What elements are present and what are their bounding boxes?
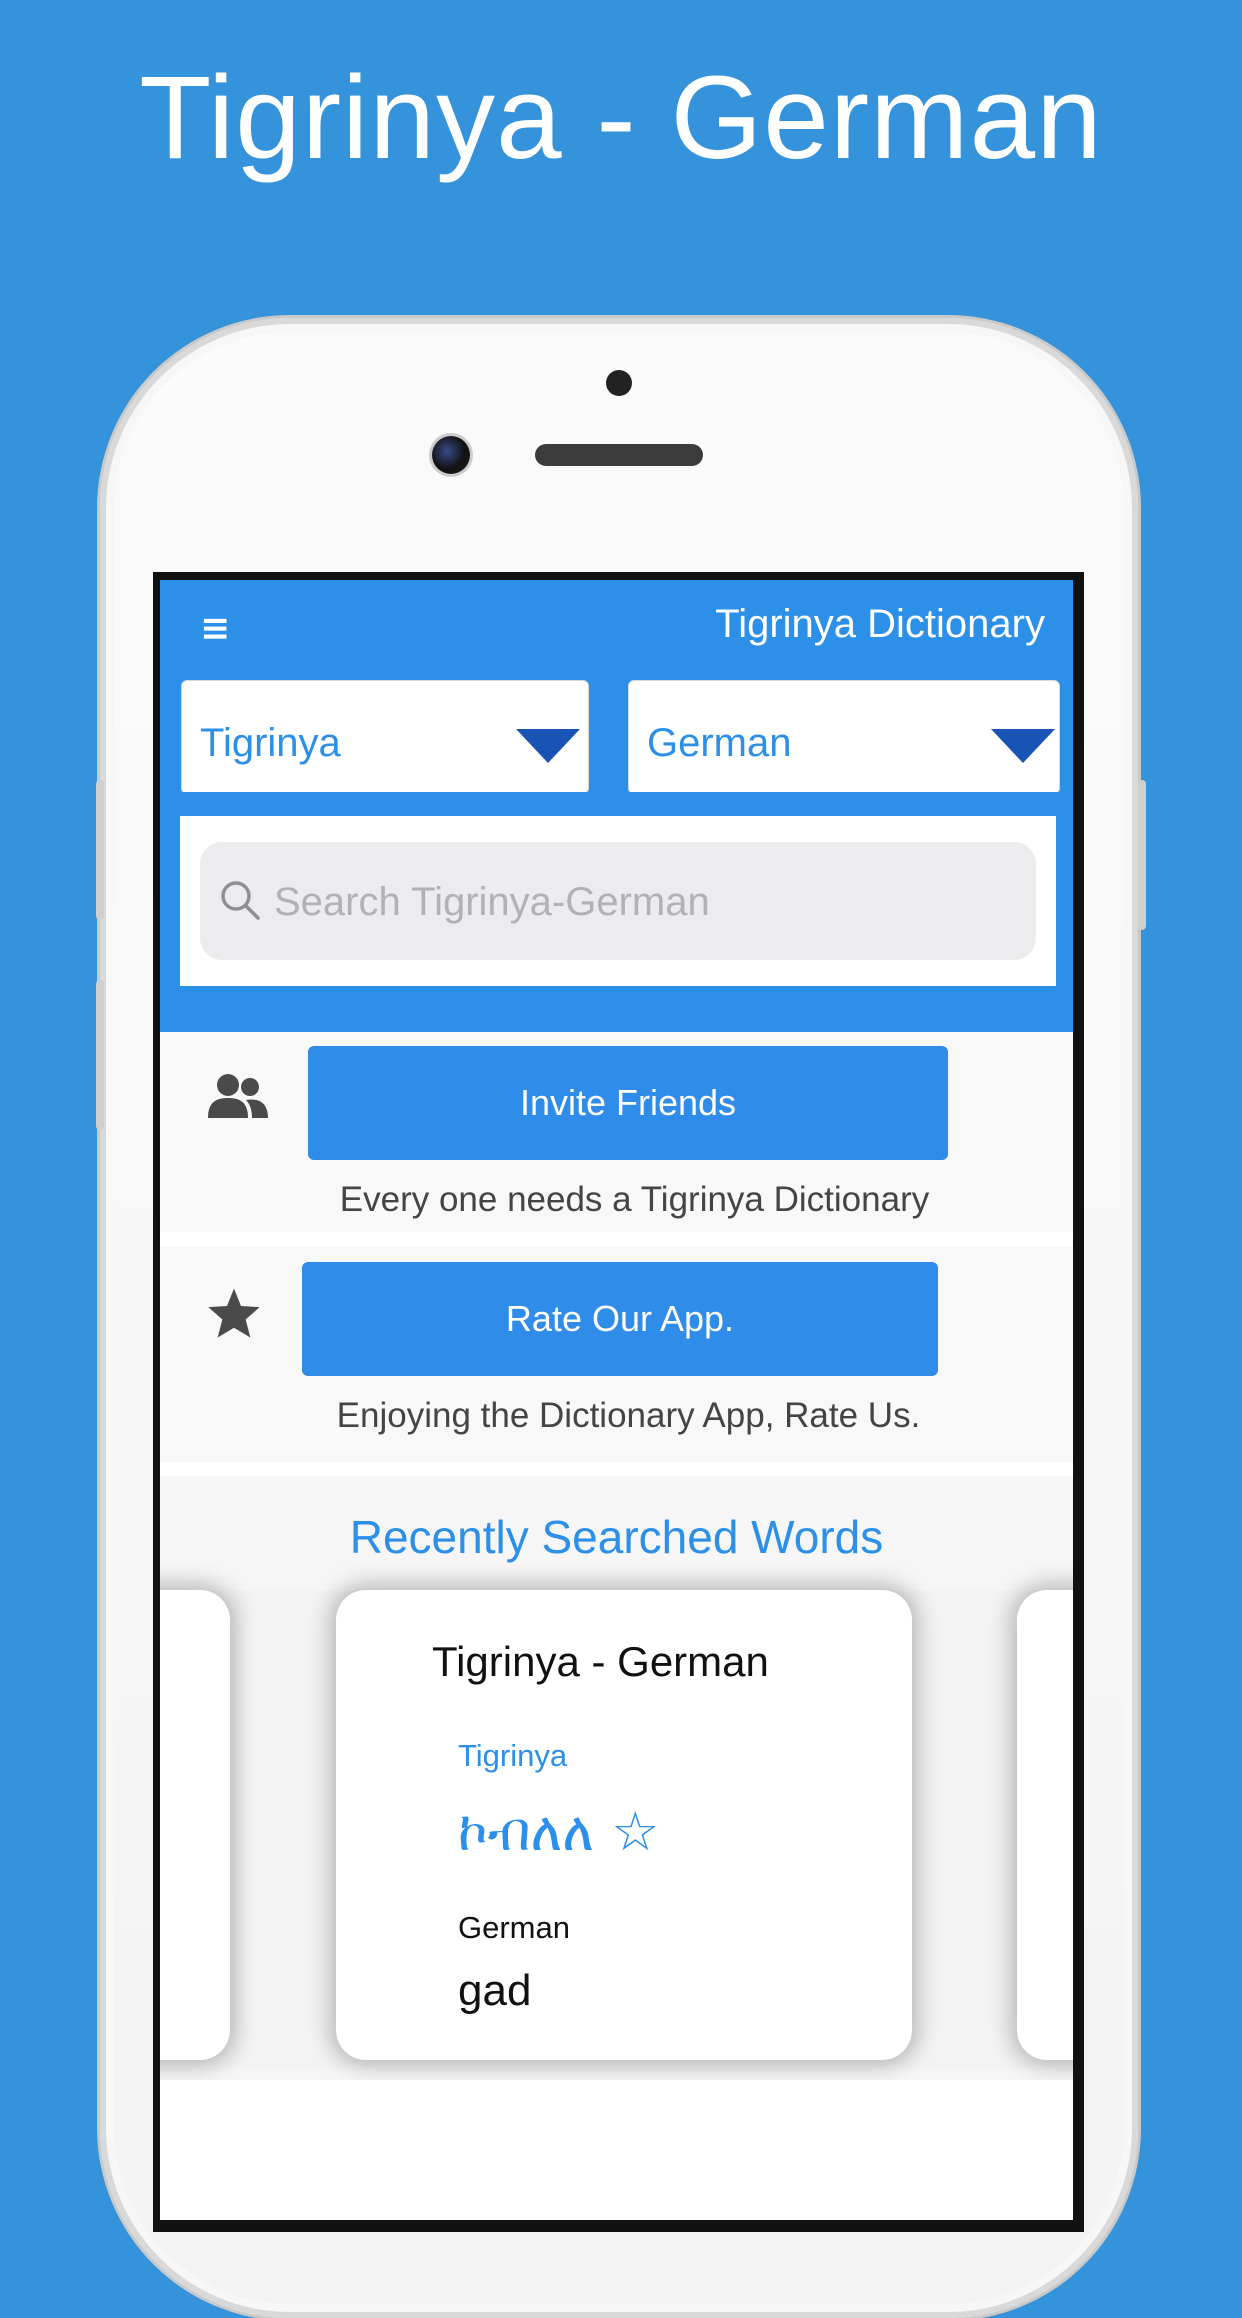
front-camera — [432, 436, 470, 474]
target-language-dropdown[interactable]: German — [628, 680, 1060, 794]
app-title: Tigrinya Dictionary — [715, 602, 1045, 646]
card-title: Tigrinya - German — [432, 1638, 769, 1685]
source-language-dropdown[interactable]: Tigrinya — [181, 680, 589, 794]
phone-power-button — [1138, 780, 1146, 930]
target-language-label: German — [647, 721, 792, 765]
chevron-down-icon — [516, 729, 580, 763]
star-icon — [208, 1288, 260, 1338]
chevron-down-icon — [991, 729, 1055, 763]
navigation-bar: ≡ Tigrinya Dictionary — [160, 580, 1073, 680]
source-word: ኮብለለ ☆ — [458, 1800, 660, 1863]
invite-section: Invite Friends Every one needs a Tigriny… — [160, 1032, 1073, 1232]
invite-friends-button[interactable]: Invite Friends — [308, 1046, 948, 1160]
invite-caption: Every one needs a Tigrinya Dictionary — [339, 1180, 930, 1219]
language-selector-row: Tigrinya German — [160, 680, 1073, 794]
recent-words-title: Recently Searched Words — [349, 1511, 884, 1563]
phone-side-button — [96, 780, 104, 920]
recent-word-card[interactable]: Tigrinya - German Tigrinya ኮብለለ ☆ German… — [336, 1590, 912, 2060]
search-container: Search Tigrinya-German — [180, 816, 1056, 986]
app-screen: ≡ Tigrinya Dictionary Tigrinya German Se… — [160, 580, 1073, 2220]
search-placeholder: Search Tigrinya-German — [274, 880, 710, 924]
source-language-label: Tigrinya — [458, 1738, 568, 1773]
source-language-label: Tigrinya — [200, 721, 341, 765]
search-icon — [221, 881, 260, 920]
recent-word-card-previous[interactable] — [160, 1590, 230, 2060]
bottom-area — [160, 2080, 1073, 2220]
search-input[interactable]: Search Tigrinya-German — [200, 842, 1036, 960]
phone-side-button — [96, 980, 104, 1130]
rate-caption: Enjoying the Dictionary App, Rate Us. — [336, 1396, 921, 1435]
target-language-label: German — [458, 1910, 570, 1945]
search-section: Search Tigrinya-German — [160, 792, 1073, 1032]
recent-words-carousel[interactable]: Tigrinya - German Tigrinya ኮብለለ ☆ German… — [160, 1590, 1073, 2070]
users-icon — [208, 1074, 268, 1118]
recent-word-card-next[interactable] — [1017, 1590, 1073, 2060]
rate-section: Rate Our App. Enjoying the Dictionary Ap… — [160, 1246, 1073, 1462]
earpiece-speaker — [535, 444, 703, 466]
marketing-headline: Tigrinya - German — [139, 52, 1103, 184]
menu-icon[interactable]: ≡ — [200, 608, 230, 649]
target-word: gad — [458, 1966, 532, 2015]
rate-app-button[interactable]: Rate Our App. — [302, 1262, 938, 1376]
proximity-sensor — [606, 370, 632, 396]
